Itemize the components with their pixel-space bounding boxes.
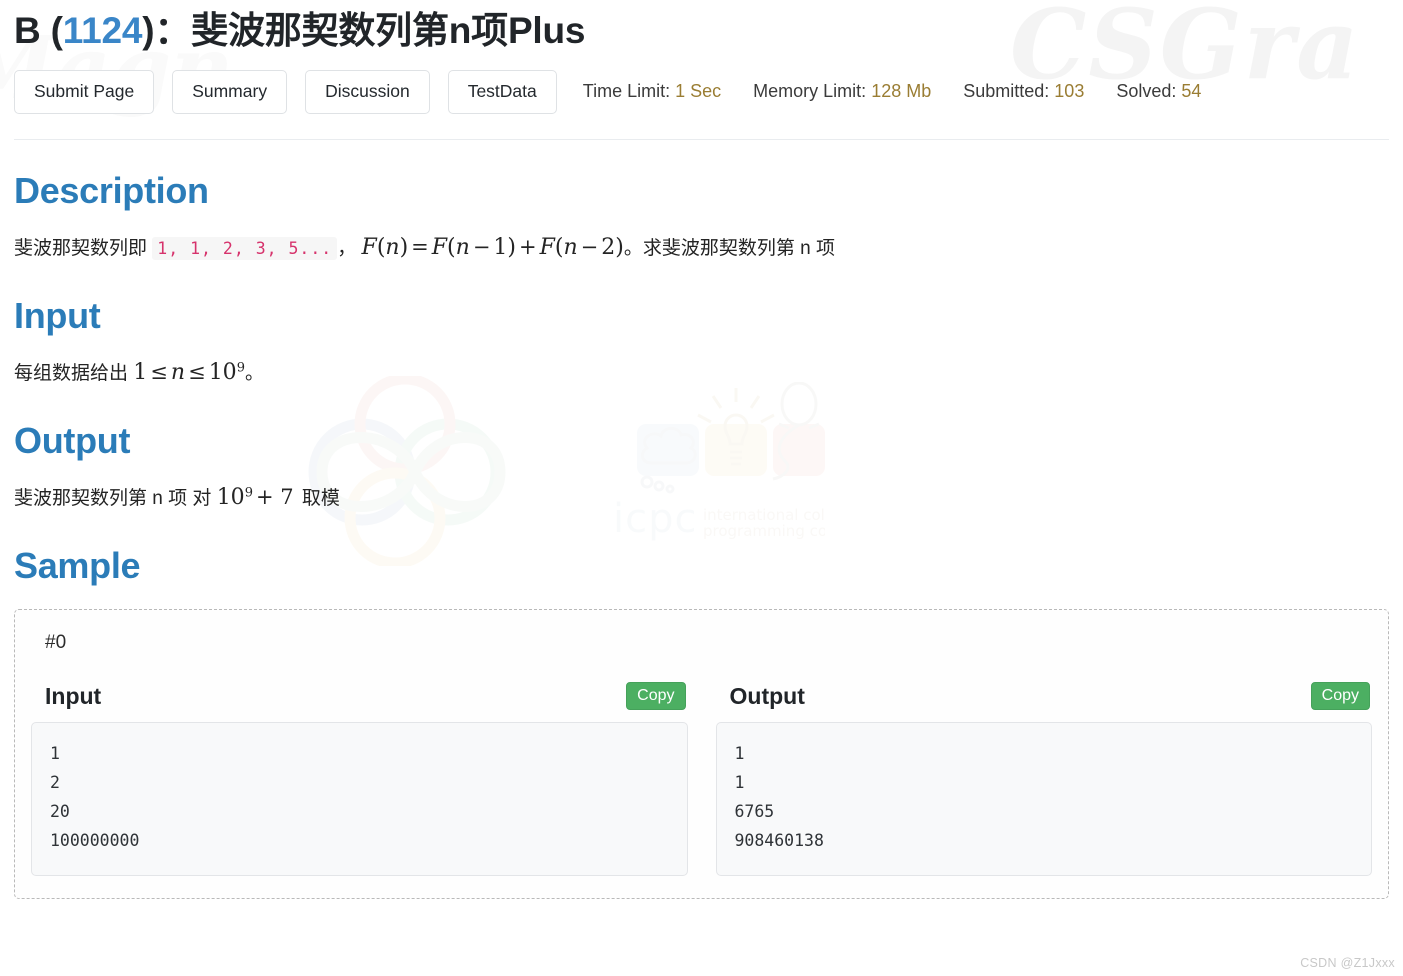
meta-solved: Solved: 54 [1116,81,1201,102]
copy-input-button[interactable]: Copy [626,681,686,711]
header-divider [14,138,1389,140]
description-text: 斐波那契数列即 1, 1, 2, 3, 5...， F(n) = F(n −1) + F(… [14,234,835,260]
description-text-after: 。求斐波那契数列第 n 项 [623,237,835,259]
meta-solved-label: Solved: [1116,81,1177,102]
input-variable: n [170,359,186,385]
meta-time-limit-label: Time Limit: [582,81,671,102]
description-comma: ， [337,237,357,259]
sample-input-code: 1 2 20 100000000 [31,722,688,876]
input-heading: Input [14,294,101,336]
testdata-button[interactable]: TestData [447,69,557,114]
output-text: 斐波那契数列第 n 项 对 109 + 7 取模 [14,481,1389,515]
output-heading: Output [14,419,131,461]
meta-memory-limit: Memory Limit: 128 Mb [753,81,931,102]
meta-submitted-label: Submitted: [963,81,1050,102]
sample-output-title: Output [729,682,805,709]
sample-case-id: #0 [45,631,67,653]
sample-output-code: 1 1 6765 908460138 [715,722,1372,876]
title-suffix: )：斐波那契数列第n项Plus [142,10,586,51]
problem-id: 1124 [62,10,143,51]
toolbar: Submit Page Summary Discussion TestData … [14,69,1389,114]
sample-output-column: Output Copy 1 1 6765 908460138 [715,681,1373,876]
meta-time-limit-value: 1 Sec [675,81,722,102]
sample-output-header: Output Copy [716,681,1373,711]
description-heading: Description [14,169,209,211]
sample-input-column: Input Copy 1 2 20 100000000 [31,681,688,876]
input-text-before: 每组数据给出 [14,362,129,384]
problem-meta: Time Limit: 1 Sec Memory Limit: 128 Mb S… [583,81,1202,102]
problem-page: B (1124)：斐波那契数列第n项Plus Submit Page Summa… [0,10,1403,899]
output-mod-plus: + 7 [255,484,294,509]
output-text-after: 取模 [301,487,340,509]
summary-button[interactable]: Summary [172,69,288,114]
discussion-button[interactable]: Discussion [305,69,430,114]
input-text: 每组数据给出 1 ≤ n ≤109。 [14,356,1389,390]
title-prefix: B ( [14,10,63,51]
description-formula: F [361,234,377,260]
input-text-after: 。 [244,362,264,384]
copy-output-button[interactable]: Copy [1310,681,1370,711]
output-mod-base: 10 [216,484,245,510]
input-range-low: 1 [133,359,148,385]
output-text-before: 斐波那契数列第 n 项 对 [14,487,212,509]
output-mod-exponent: 9 [244,485,253,501]
sample-case-box: #0 Input Copy 1 2 20 100000000 Output Co… [14,608,1389,899]
sample-input-title: Input [45,682,102,709]
input-range-high-base: 10 [208,359,237,385]
meta-memory-limit-value: 128 Mb [871,81,932,102]
meta-submitted-value: 103 [1054,81,1085,102]
description-inline-code: 1, 1, 2, 3, 5... [152,236,338,260]
input-range-high-exponent: 9 [236,360,245,376]
meta-solved-value: 54 [1181,81,1202,102]
input-le-1: ≤ [150,359,168,384]
sample-heading: Sample [14,544,141,586]
meta-time-limit: Time Limit: 1 Sec [583,81,721,102]
csdn-watermark: CSDN @Z1Jxxx [1300,956,1395,970]
meta-memory-limit-label: Memory Limit: [753,81,867,102]
submit-page-button[interactable]: Submit Page [14,69,155,114]
meta-submitted: Submitted: 103 [963,81,1084,102]
page-title: B (1124)：斐波那契数列第n项Plus [14,10,1389,53]
description-text-before: 斐波那契数列即 [14,237,148,259]
sample-input-header: Input Copy [31,681,688,711]
input-le-2: ≤ [188,359,206,384]
sample-io-grid: Input Copy 1 2 20 100000000 Output Copy … [31,681,1373,876]
